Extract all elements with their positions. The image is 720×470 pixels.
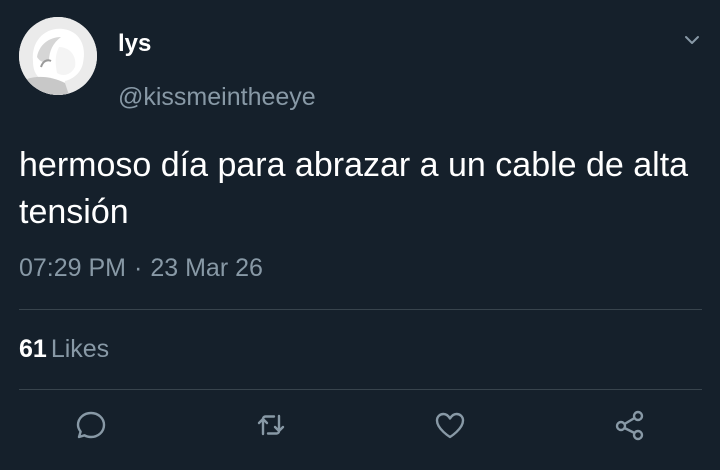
likes-count: 61 [19, 335, 47, 363]
retweet-icon [257, 414, 285, 436]
likes-stat[interactable]: 61 Likes [19, 334, 109, 364]
likes-label: Likes [50, 335, 110, 363]
share-button[interactable] [613, 408, 647, 442]
tweet-timestamp: 07:29 PM · 23 Mar 26 [19, 253, 263, 283]
like-button[interactable] [433, 408, 467, 442]
meta-separator: · [134, 254, 143, 282]
tweet-text: hermoso día para abrazar a un cable de a… [19, 146, 689, 231]
chevron-down-icon[interactable] [680, 28, 704, 52]
user-handle[interactable]: @kissmeintheeye [118, 82, 316, 112]
tweet-time[interactable]: 07:29 PM [19, 254, 126, 282]
like-icon [435, 412, 465, 439]
divider [19, 309, 702, 310]
avatar[interactable] [19, 17, 97, 95]
retweet-button[interactable] [254, 408, 288, 442]
display-name[interactable]: lys [118, 30, 151, 58]
divider [19, 389, 702, 390]
reply-button[interactable] [74, 408, 108, 442]
avatar-photo [19, 17, 97, 95]
share-icon [615, 410, 644, 441]
reply-icon [76, 411, 106, 439]
tweet-date[interactable]: 23 Mar 26 [150, 254, 263, 282]
